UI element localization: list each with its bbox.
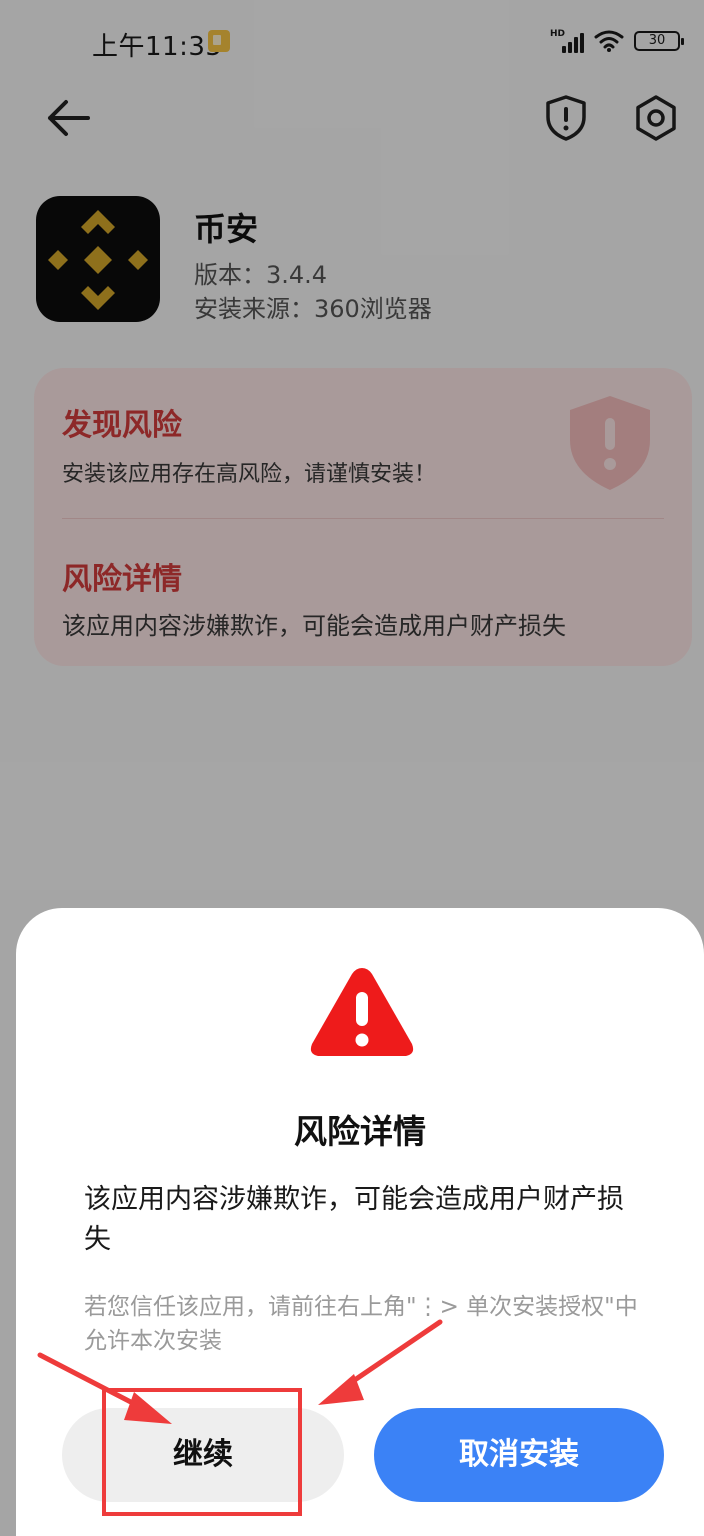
dialog-hint: 若您信任该应用，请前往右上角"⋮> 单次安装授权"中允许本次安装 <box>84 1294 638 1354</box>
warning-icon <box>310 968 414 1056</box>
dialog-text: 该应用内容涉嫌欺诈，可能会造成用户财产损失 <box>84 1184 624 1255</box>
cancel-install-button[interactable]: 取消安装 <box>374 1408 664 1502</box>
dialog-title: 风险详情 <box>294 1112 426 1151</box>
annotation-highlight-box <box>102 1388 302 1516</box>
